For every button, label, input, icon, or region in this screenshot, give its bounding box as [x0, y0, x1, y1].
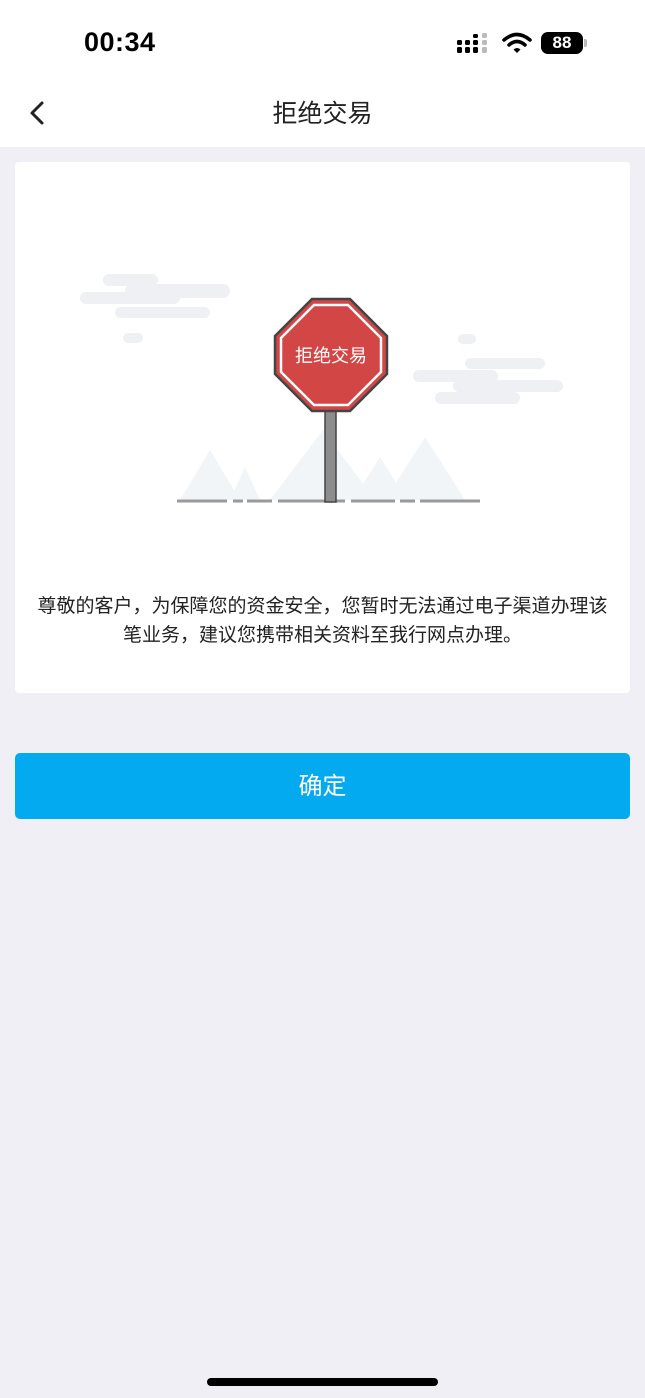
page-title: 拒绝交易: [272, 99, 373, 128]
mountains-icon: [180, 430, 465, 500]
battery-tip: [584, 39, 587, 47]
battery-level: 88: [541, 32, 583, 54]
message-line-2: 笔业务，建议您携带相关资料至我行网点办理。: [122, 624, 522, 646]
message-line-1: 尊敬的客户，为保障您的资金安全，您暂时无法通过电子渠道办理该: [37, 595, 608, 617]
wifi-icon: [502, 32, 532, 53]
home-indicator[interactable]: [207, 1378, 438, 1386]
sign-pole: [324, 401, 337, 503]
nav-bar: 拒绝交易: [0, 80, 645, 147]
stop-sign-illustration: 拒绝交易: [80, 274, 563, 503]
signal-icon: [457, 33, 487, 53]
battery-icon: 88: [541, 32, 587, 54]
cloud-right-icon: [413, 334, 563, 404]
rejection-message: 尊敬的客户，为保障您的资金安全，您暂时无法通过电子渠道办理该 笔业务，建议您携带…: [25, 592, 620, 650]
status-time: 00:34: [84, 27, 156, 57]
content-card: 拒绝交易 尊敬的客户，为保障您的资金安全，您暂时无法通过电子渠道办理该 笔业务，…: [15, 162, 630, 693]
confirm-button[interactable]: 确定: [15, 753, 630, 819]
sign-text: 拒绝交易: [295, 346, 367, 367]
cloud-left-icon: [80, 274, 230, 343]
status-bar: 00:34 88: [0, 0, 645, 80]
